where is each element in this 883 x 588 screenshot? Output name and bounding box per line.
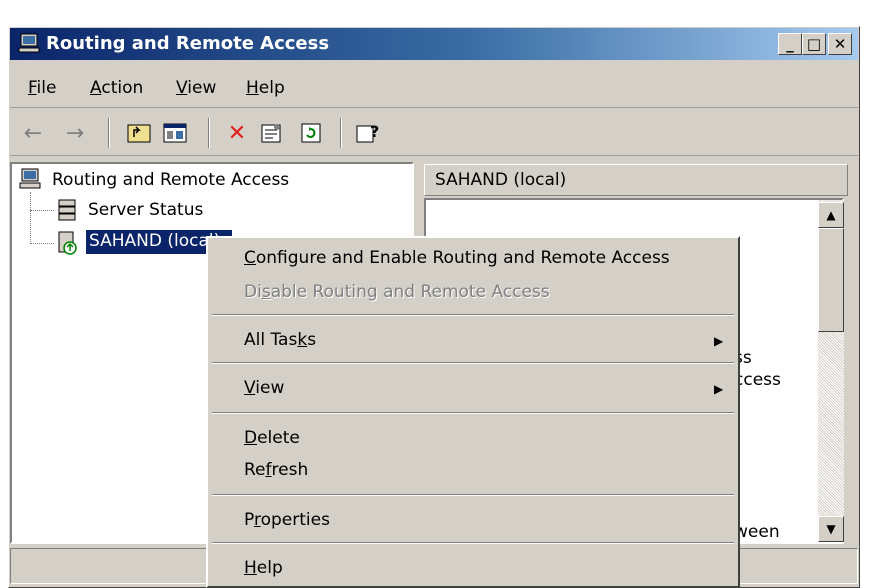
- computer-icon: [18, 33, 40, 53]
- menu-file[interactable]: File: [28, 78, 56, 98]
- tree-root-label[interactable]: Routing and Remote Access: [52, 170, 289, 190]
- detail-text-fragment: ccess: [734, 370, 781, 390]
- server-icon: [56, 230, 80, 256]
- menu-item-configure-enable[interactable]: Configure and Enable Routing and Remote …: [244, 248, 670, 268]
- menu-item-delete[interactable]: Delete: [244, 428, 300, 448]
- menu-separator: [212, 542, 734, 544]
- scroll-up-button[interactable]: ▲: [818, 202, 844, 228]
- menu-item-help[interactable]: Help: [244, 558, 283, 578]
- tree-connector: [30, 210, 54, 211]
- refresh-icon[interactable]: [296, 118, 326, 148]
- toolbar-separator: [108, 118, 110, 148]
- delete-icon[interactable]: ✕: [222, 118, 252, 148]
- toolbar-separator: [340, 118, 342, 148]
- maximize-button[interactable]: □: [802, 33, 826, 55]
- menu-action[interactable]: Action: [90, 78, 143, 98]
- menu-item-all-tasks[interactable]: All Tasks: [244, 330, 316, 350]
- tree-connector: [30, 192, 31, 244]
- svg-text:?: ?: [370, 122, 379, 141]
- menu-separator: [212, 362, 734, 364]
- server-status-icon: [56, 198, 78, 222]
- close-button[interactable]: ✕: [828, 33, 852, 55]
- tree-item-server-status[interactable]: Server Status: [88, 200, 203, 220]
- menu-item-properties[interactable]: Properties: [244, 510, 330, 530]
- menu-separator: [212, 494, 734, 496]
- submenu-arrow-icon: ▶: [714, 334, 724, 348]
- back-arrow-icon[interactable]: ←: [18, 118, 48, 148]
- menu-item-disable: Disable Routing and Remote Access: [244, 282, 550, 302]
- forward-arrow-icon[interactable]: →: [60, 118, 90, 148]
- window-title: Routing and Remote Access: [46, 33, 330, 54]
- toolbar-separator: [208, 118, 210, 148]
- scrollbar-thumb[interactable]: [818, 228, 844, 332]
- minimize-button[interactable]: _: [778, 33, 802, 55]
- menu-view[interactable]: View: [176, 78, 216, 98]
- tree-connector: [30, 243, 54, 244]
- show-hide-tree-icon[interactable]: [160, 118, 190, 148]
- help-icon[interactable]: ?: [352, 118, 382, 148]
- menu-separator: [212, 412, 734, 414]
- menu-help[interactable]: Help: [246, 78, 285, 98]
- computer-icon: [18, 168, 42, 190]
- menu-item-view[interactable]: View: [244, 378, 284, 398]
- detail-pane-header[interactable]: SAHAND (local): [424, 164, 848, 196]
- scroll-down-button[interactable]: ▼: [818, 516, 844, 542]
- up-folder-icon[interactable]: [124, 118, 154, 148]
- submenu-arrow-icon: ▶: [714, 382, 724, 396]
- detail-text-fragment: ween: [734, 522, 780, 542]
- properties-icon[interactable]: [256, 118, 286, 148]
- menu-item-refresh[interactable]: Refresh: [244, 460, 308, 480]
- menu-separator: [212, 314, 734, 316]
